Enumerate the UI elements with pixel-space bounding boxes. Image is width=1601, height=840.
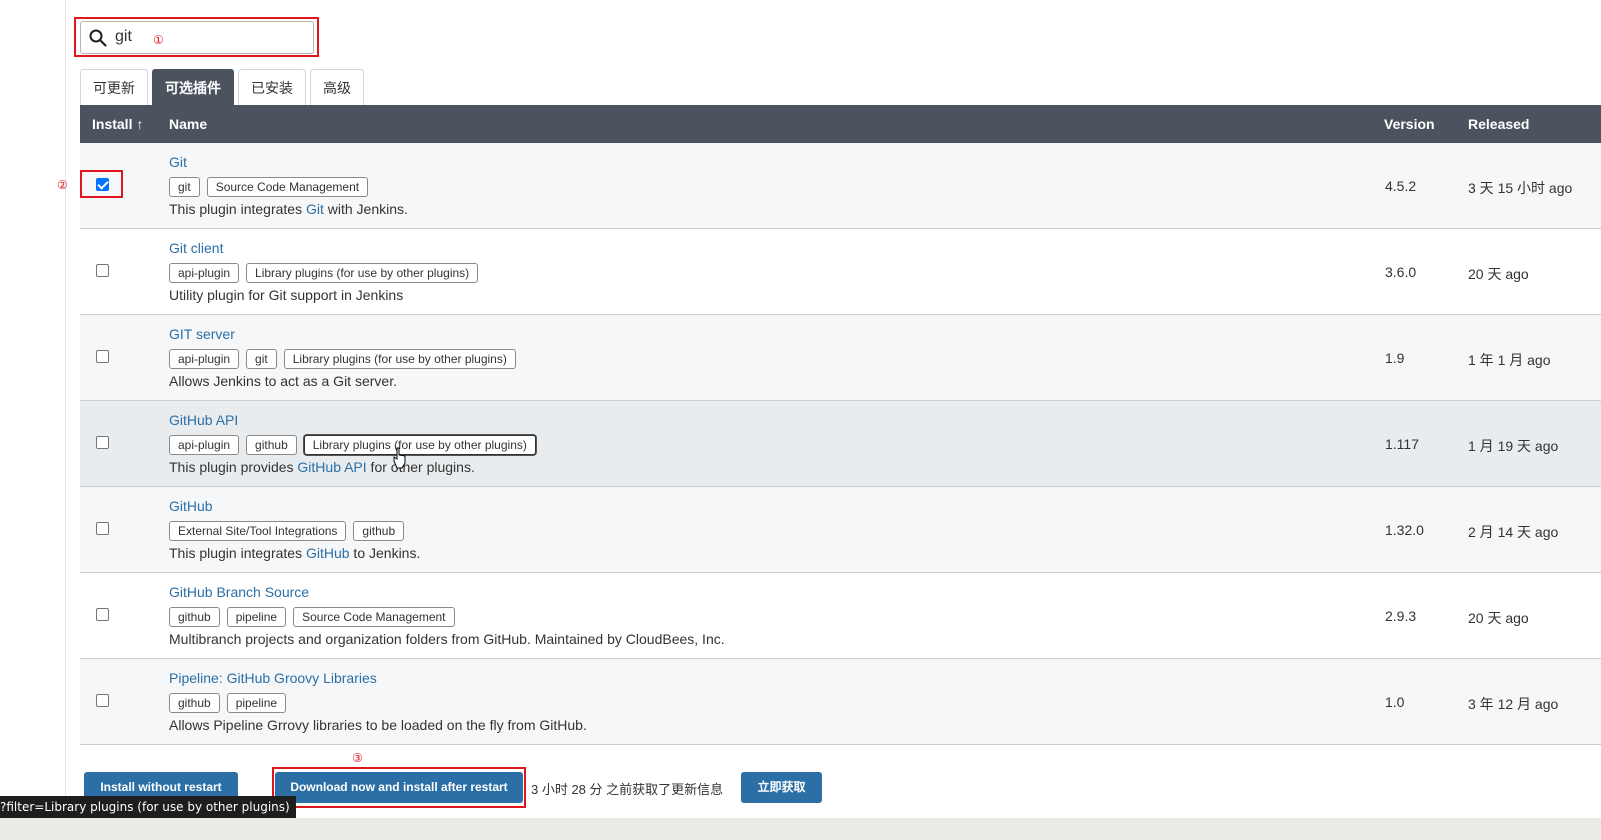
description-link[interactable]: GitHub API — [297, 459, 366, 475]
table-row: GitHub Branch Source github pipeline Sou… — [80, 573, 1601, 659]
install-checkbox[interactable] — [96, 522, 109, 535]
description-text: with Jenkins. — [323, 201, 408, 217]
tab-updates[interactable]: 可更新 — [80, 69, 148, 105]
plugin-released: 20 天 ago — [1468, 266, 1529, 282]
header-version[interactable]: Version — [1384, 105, 1435, 143]
header-name[interactable]: Name — [169, 105, 207, 143]
plugin-table: Install ↑ Name Version Released ② Git gi… — [57, 105, 1601, 745]
tag-chip[interactable]: api-plugin — [169, 263, 240, 283]
tag-chip[interactable]: Source Code Management — [206, 177, 369, 197]
plugin-version: 1.117 — [1385, 436, 1419, 452]
fetch-now-button[interactable]: 立即获取 — [741, 772, 822, 803]
tag-chip-hovered[interactable]: Library plugins (for use by other plugin… — [303, 435, 536, 455]
checkbox-annotation-number: ② — [57, 178, 68, 192]
plugin-tags: api-plugin Library plugins (for use by o… — [169, 263, 485, 283]
table-row: ② Git git Source Code Management This pl… — [57, 143, 1601, 229]
description-text: This plugin provides — [169, 459, 298, 475]
plugin-name-link[interactable]: Git client — [169, 240, 223, 256]
plugin-description: Allows Pipeline Grrovy libraries to be l… — [169, 717, 587, 733]
plugin-name-link[interactable]: GIT server — [169, 326, 235, 342]
plugin-description: Utility plugin for Git support in Jenkin… — [169, 287, 404, 303]
plugin-tags: api-plugin git Library plugins (for use … — [169, 349, 523, 369]
plugin-description: Allows Jenkins to act as a Git server. — [169, 373, 397, 389]
search-annotation-number: ① — [153, 33, 164, 47]
plugin-version: 2.9.3 — [1385, 608, 1417, 624]
plugin-tags: git Source Code Management — [169, 177, 375, 197]
description-text: This plugin integrates — [169, 545, 306, 561]
plugin-version: 3.6.0 — [1385, 264, 1417, 280]
search-icon — [89, 29, 107, 47]
plugin-tags: api-plugin github Library plugins (for u… — [169, 435, 543, 455]
plugin-name-link[interactable]: Pipeline: GitHub Groovy Libraries — [169, 670, 377, 686]
plugin-name-link[interactable]: GitHub — [169, 498, 213, 514]
table-row: Git client api-plugin Library plugins (f… — [80, 229, 1601, 315]
tag-chip[interactable]: github — [353, 521, 405, 541]
download-annotation-number: ③ — [352, 751, 363, 765]
install-checkbox[interactable] — [96, 350, 109, 363]
plugin-name-link[interactable]: Git — [169, 154, 187, 170]
tag-chip[interactable]: api-plugin — [169, 435, 240, 455]
plugin-version: 1.9 — [1385, 350, 1405, 366]
plugin-tags: External Site/Tool Integrations github — [169, 521, 411, 541]
plugin-description: This plugin provides GitHub API for othe… — [169, 459, 475, 475]
table-row: Pipeline: GitHub Groovy Libraries github… — [80, 659, 1601, 745]
bottom-strip — [0, 818, 1601, 840]
table-row: GitHub API api-plugin github Library plu… — [80, 401, 1601, 487]
plugin-description: Multibranch projects and organization fo… — [169, 631, 725, 647]
plugin-released: 20 天 ago — [1468, 610, 1529, 626]
plugin-tags: github pipeline Source Code Management — [169, 607, 462, 627]
description-link[interactable]: GitHub — [306, 545, 350, 561]
install-checkbox[interactable] — [96, 264, 109, 277]
table-row: GitHub External Site/Tool Integrations g… — [80, 487, 1601, 573]
install-checkbox[interactable] — [96, 694, 109, 707]
tab-advanced[interactable]: 高级 — [310, 69, 364, 105]
url-status-tooltip: ?filter=Library plugins (for use by othe… — [0, 796, 296, 818]
plugin-released: 2 月 14 天 ago — [1468, 524, 1559, 540]
tab-installed[interactable]: 已安装 — [238, 69, 306, 105]
tag-chip[interactable]: github — [246, 435, 297, 455]
install-checkbox[interactable] — [96, 178, 109, 191]
tag-chip[interactable]: git — [246, 349, 277, 369]
tag-chip[interactable]: External Site/Tool Integrations — [169, 521, 347, 541]
plugin-released: 1 年 1 月 ago — [1468, 352, 1551, 368]
plugin-name-link[interactable]: GitHub Branch Source — [169, 584, 309, 600]
tag-chip[interactable]: pipeline — [226, 607, 287, 627]
install-checkbox[interactable] — [96, 608, 109, 621]
search-input[interactable] — [115, 26, 235, 48]
description-link[interactable]: Git — [306, 201, 324, 217]
update-status-text: 3 小时 28 分 之前获取了更新信息 — [531, 782, 724, 797]
plugin-tags: github pipeline — [169, 693, 293, 713]
tag-chip[interactable]: pipeline — [226, 693, 287, 713]
plugin-version: 1.32.0 — [1385, 522, 1424, 538]
plugin-released: 3 年 12 月 ago — [1468, 696, 1559, 712]
plugin-version: 4.5.2 — [1385, 178, 1417, 194]
tab-available[interactable]: 可选插件 — [152, 69, 234, 105]
table-header: Install ↑ Name Version Released — [80, 105, 1601, 143]
left-sidebar-border — [65, 0, 66, 840]
plugin-description: This plugin integrates Git with Jenkins. — [169, 201, 408, 217]
download-install-after-restart-button[interactable]: Download now and install after restart — [275, 772, 523, 803]
tag-chip[interactable]: github — [169, 693, 220, 713]
description-text: for other plugins. — [366, 459, 475, 475]
header-released[interactable]: Released — [1468, 105, 1529, 143]
tag-chip[interactable]: Library plugins (for use by other plugin… — [246, 263, 479, 283]
tag-chip[interactable]: git — [169, 177, 200, 197]
plugin-tabs: 可更新 可选插件 已安装 高级 — [80, 69, 368, 105]
header-install[interactable]: Install ↑ — [92, 105, 143, 143]
plugin-released: 3 天 15 小时 ago — [1468, 180, 1573, 196]
tag-chip[interactable]: api-plugin — [169, 349, 240, 369]
plugin-description: This plugin integrates GitHub to Jenkins… — [169, 545, 420, 561]
mouse-cursor-icon — [393, 447, 406, 469]
description-text: to Jenkins. — [349, 545, 421, 561]
plugin-version: 1.0 — [1385, 694, 1405, 710]
plugin-name-link[interactable]: GitHub API — [169, 412, 238, 428]
description-text: This plugin integrates — [169, 201, 306, 217]
install-checkbox[interactable] — [96, 436, 109, 449]
tag-chip[interactable]: Library plugins (for use by other plugin… — [283, 349, 516, 369]
table-row: GIT server api-plugin git Library plugin… — [80, 315, 1601, 401]
tag-chip[interactable]: Source Code Management — [293, 607, 455, 627]
search-box[interactable]: ① — [80, 21, 314, 54]
plugin-released: 1 月 19 天 ago — [1468, 438, 1559, 454]
tag-chip[interactable]: github — [169, 607, 220, 627]
